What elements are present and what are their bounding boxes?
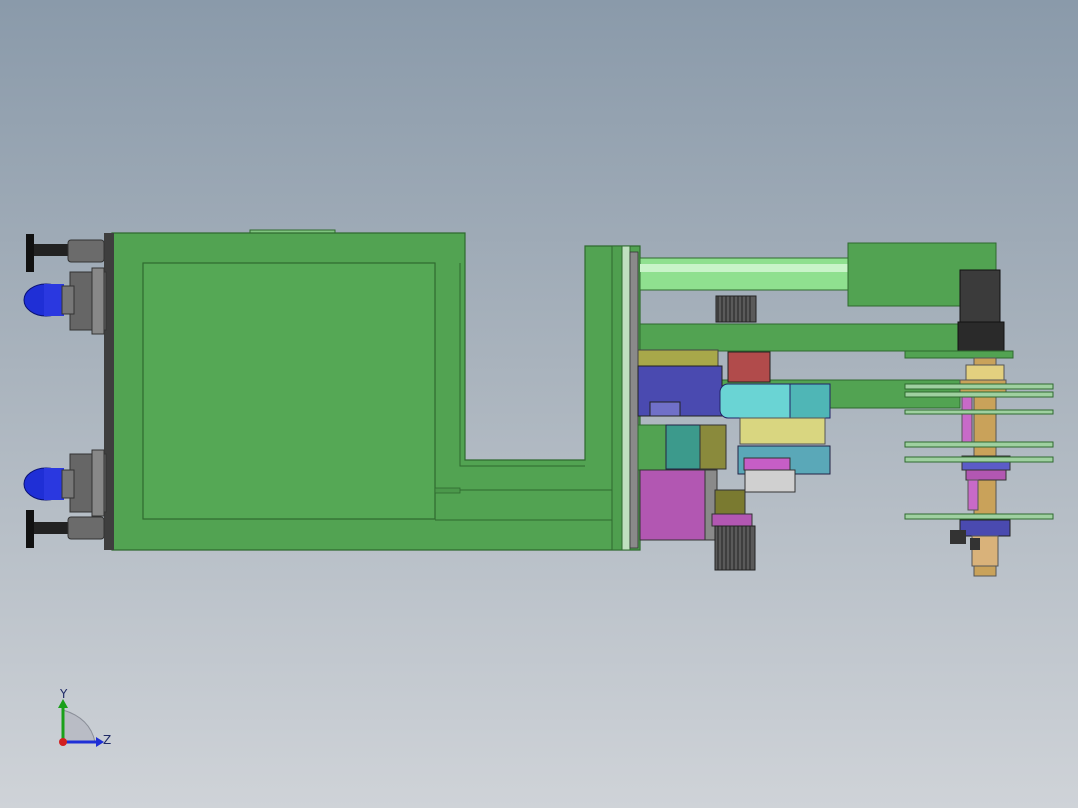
z-axis-label: Z (103, 733, 111, 747)
mechanism-assembly[interactable] (637, 349, 831, 541)
coordinate-triad: Y Z (58, 687, 111, 747)
upper-cylinder[interactable] (639, 242, 997, 307)
caster-top[interactable] (23, 267, 107, 335)
caster-bottom[interactable] (23, 449, 107, 517)
gear-rack-top[interactable] (715, 295, 757, 323)
main-frame[interactable] (104, 229, 641, 551)
x-axis-dot (59, 738, 67, 746)
cad-viewport[interactable]: Y Z (0, 0, 1078, 808)
assembly-model[interactable]: Y Z (0, 0, 1078, 808)
y-axis-label: Y (59, 687, 68, 701)
gear-rack-bottom[interactable] (714, 525, 756, 571)
leveling-foot-top[interactable] (26, 234, 105, 272)
